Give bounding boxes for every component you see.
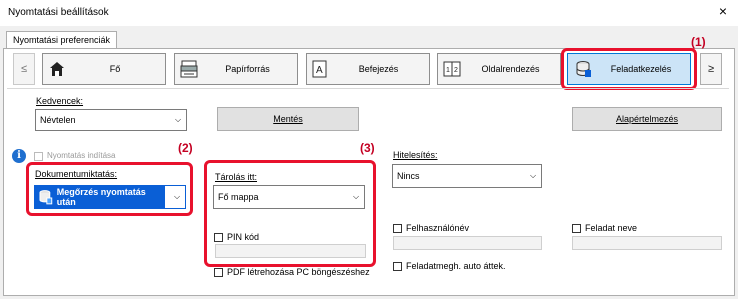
print-start-checkbox: [34, 152, 43, 161]
storage-label: Tárolás itt:: [215, 172, 258, 182]
username-input: [393, 236, 542, 250]
nav-label-main: Fő: [109, 64, 121, 74]
retention-selected: Megőrzés nyomtatás után: [35, 186, 165, 208]
chevron-down-icon: ⌵: [529, 171, 537, 180]
svg-text:1: 1: [446, 67, 450, 74]
nav-next-button[interactable]: ≥: [700, 53, 722, 85]
finishing-icon: A: [312, 60, 328, 78]
close-icon[interactable]: ×: [715, 3, 731, 19]
pdf-label: PDF létrehozása PC böngészéshez: [227, 267, 370, 277]
layout-icon: 12: [443, 60, 461, 78]
nav-label-paper-source: Papírforrás: [225, 64, 270, 74]
pdf-checkbox[interactable]: [214, 268, 223, 277]
nav-button-layout[interactable]: 12 Oldalrendezés: [437, 53, 561, 85]
defaults-button-label: Alapértelmezés: [615, 114, 679, 124]
chevron-down-icon: ⌵: [352, 192, 360, 201]
storage-value: Fő mappa: [218, 192, 259, 202]
print-start-label: Nyomtatás indítása: [47, 151, 116, 160]
pin-label: PIN kód: [227, 232, 260, 242]
auth-label: Hitelesítés:: [393, 150, 438, 160]
nav-prev-button[interactable]: ≤: [13, 53, 35, 85]
retention-select[interactable]: Megőrzés nyomtatás után ⌵: [34, 185, 186, 209]
jobname-label: Feladat neve: [585, 223, 638, 233]
callout-1-highlight: [561, 48, 697, 90]
svg-text:A: A: [316, 65, 323, 76]
defaults-button[interactable]: Alapértelmezés: [572, 107, 722, 131]
auto-job-checkbox[interactable]: [393, 262, 402, 271]
username-checkbox[interactable]: [393, 224, 402, 233]
auto-job-label: Feladatmegh. auto áttek.: [406, 261, 506, 271]
chevron-down-icon: ⌵: [173, 192, 181, 201]
callout-2: (2): [178, 141, 193, 155]
jobname-checkbox[interactable]: [572, 224, 581, 233]
tab-printing-preferences[interactable]: Nyomtatási preferenciák: [6, 31, 118, 49]
save-button[interactable]: Mentés: [217, 107, 359, 131]
auth-value: Nincs: [397, 171, 420, 181]
save-button-label: Mentés: [273, 114, 303, 124]
favorites-label: Kedvencek:: [36, 96, 84, 106]
favorites-value: Névtelen: [40, 115, 76, 125]
info-icon[interactable]: i: [12, 149, 26, 163]
window-title: Nyomtatási beállítások: [8, 7, 109, 18]
pin-input: [215, 244, 366, 258]
paper-tray-icon: [180, 60, 198, 78]
callout-1: (1): [691, 35, 706, 49]
svg-text:2: 2: [454, 67, 458, 74]
nav-label-finishing: Befejezés: [358, 64, 399, 74]
storage-select[interactable]: Fő mappa ⌵: [213, 185, 365, 209]
retention-label: Dokumentumiktatás:: [35, 169, 118, 179]
retention-value: Megőrzés nyomtatás után: [56, 187, 146, 207]
callout-3: (3): [360, 141, 375, 155]
home-icon: [49, 61, 65, 77]
storage-icon: [39, 190, 53, 205]
favorites-select[interactable]: Névtelen ⌵: [35, 109, 187, 131]
nav-button-finishing[interactable]: A Befejezés: [306, 53, 430, 85]
chevron-down-icon: ⌵: [174, 115, 182, 124]
jobname-input: [572, 236, 722, 250]
pin-checkbox[interactable]: [214, 233, 223, 242]
nav-button-paper-source[interactable]: Papírforrás: [174, 53, 298, 85]
auth-select[interactable]: Nincs ⌵: [392, 164, 542, 188]
username-label: Felhasználónév: [406, 223, 470, 233]
nav-button-main[interactable]: Fő: [42, 53, 166, 85]
title-bar: [0, 0, 738, 26]
nav-label-layout: Oldalrendezés: [481, 64, 540, 74]
divider: [7, 88, 729, 89]
